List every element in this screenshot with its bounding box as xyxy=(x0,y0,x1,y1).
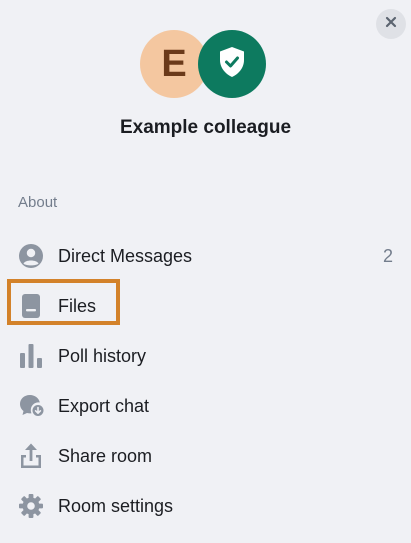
menu-item-label: Share room xyxy=(58,445,153,466)
share-icon xyxy=(18,443,44,469)
menu-item-label: Poll history xyxy=(58,345,147,366)
menu-item-label: Room settings xyxy=(58,495,174,516)
file-icon xyxy=(18,293,44,319)
menu-item-poll-history[interactable]: Poll history xyxy=(0,331,411,381)
avatar-initial: E xyxy=(161,42,187,85)
menu-item-files[interactable]: Files xyxy=(0,281,411,331)
menu-item-label: Direct Messages xyxy=(58,245,193,266)
direct-messages-count: 2 xyxy=(382,245,393,266)
room-name: Example colleague xyxy=(119,117,292,138)
menu-item-direct-messages[interactable]: Direct Messages 2 xyxy=(0,231,411,281)
room-info-menu: Direct Messages 2 Files Poll history Exp… xyxy=(0,231,411,531)
shield-check-icon xyxy=(218,46,246,83)
poll-icon xyxy=(18,343,44,369)
menu-item-share-room[interactable]: Share room xyxy=(0,431,411,481)
gear-icon xyxy=(18,493,44,519)
section-label-about: About xyxy=(18,194,58,211)
close-icon xyxy=(385,15,397,33)
close-button[interactable] xyxy=(376,9,406,39)
menu-item-export-chat[interactable]: Export chat xyxy=(0,381,411,431)
menu-item-label: Files xyxy=(58,295,97,316)
verified-badge[interactable] xyxy=(198,30,266,98)
user-circle-icon xyxy=(18,243,44,269)
menu-item-label: Export chat xyxy=(58,395,150,416)
menu-item-room-settings[interactable]: Room settings xyxy=(0,481,411,531)
export-chat-icon xyxy=(18,393,44,419)
